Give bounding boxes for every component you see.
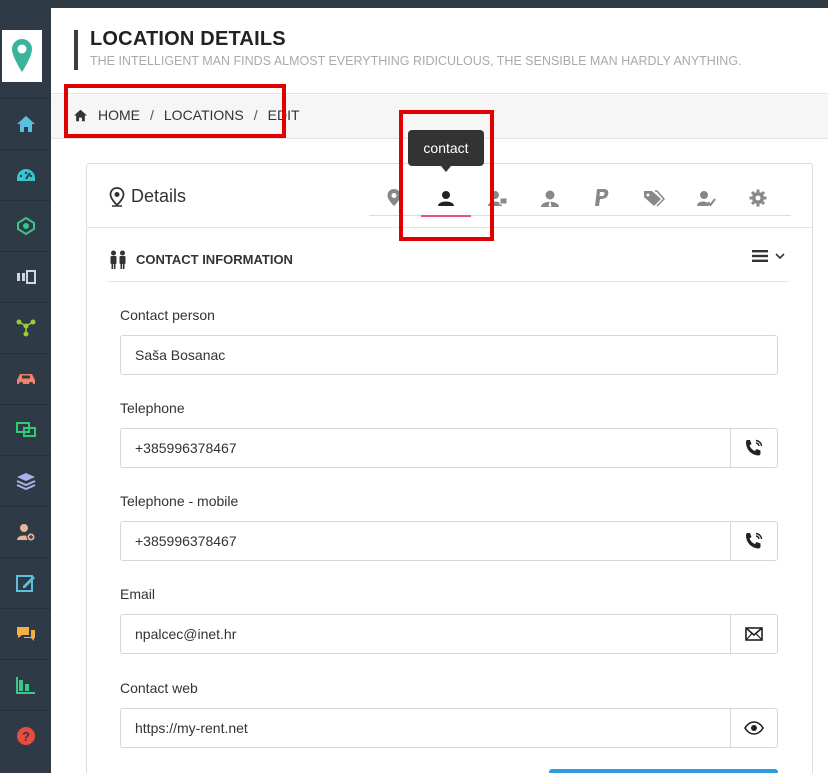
home-icon [16, 116, 35, 132]
sidebar-item-messages[interactable] [0, 608, 51, 659]
web-label: Contact web [120, 680, 198, 696]
dashboard-icon [16, 169, 35, 181]
sidebar-item-reports[interactable] [0, 659, 51, 710]
web-view-button[interactable] [730, 708, 778, 748]
mobile-label: Telephone - mobile [120, 493, 239, 509]
page-header: LOCATION DETAILS THE INTELLIGENT MAN FIN… [51, 8, 828, 94]
sidebar-item-dashboard[interactable] [0, 149, 51, 200]
contact-person-icon [438, 191, 454, 206]
help-icon: ? [16, 727, 35, 745]
envelope-icon [745, 627, 763, 641]
breadcrumb-locations[interactable]: LOCATIONS [164, 107, 244, 123]
breadcrumb-home[interactable]: HOME [98, 107, 140, 123]
layers-icon [16, 473, 35, 490]
contact-person-input[interactable]: Saša Bosanac [120, 335, 778, 375]
sidebar-item-vehicles[interactable] [0, 353, 51, 404]
contact-person-label: Contact person [120, 307, 215, 323]
edit-icon [15, 575, 35, 592]
card-header: Details [87, 164, 812, 228]
web-input[interactable]: https://my-rent.net [120, 708, 731, 748]
sidebar-item-layers[interactable] [0, 455, 51, 506]
card-title-text: Details [131, 186, 187, 206]
sidebar-item-add-user[interactable] [0, 506, 51, 557]
breadcrumb-separator: / [150, 107, 154, 123]
paypal-icon [595, 189, 609, 206]
sidebar-item-dispatch[interactable] [0, 251, 51, 302]
tab-settings[interactable] [733, 180, 783, 216]
phone-volume-icon [746, 439, 763, 456]
section-title: CONTACT INFORMATION [136, 252, 293, 267]
sidebar: ? [0, 8, 51, 773]
save-button[interactable] [549, 769, 778, 773]
tab-user-tie[interactable] [525, 180, 575, 216]
card-title: Details [109, 186, 186, 207]
user-tie-icon [541, 190, 559, 207]
tab-tags[interactable] [629, 180, 679, 216]
breadcrumb-separator: / [253, 107, 258, 123]
email-send-button[interactable] [730, 614, 778, 654]
add-user-icon [16, 524, 35, 542]
page-title: LOCATION DETAILS [90, 28, 286, 50]
tab-location[interactable] [369, 180, 419, 216]
sidebar-item-help[interactable]: ? [0, 710, 51, 761]
car-icon [16, 374, 35, 386]
sidebar-item-hierarchy[interactable] [0, 302, 51, 353]
people-icon [110, 250, 126, 269]
home-icon[interactable] [73, 109, 88, 122]
top-bar [0, 0, 828, 8]
tab-contact[interactable] [421, 180, 471, 217]
email-label: Email [120, 586, 156, 602]
email-input[interactable]: npalcec@inet.hr [120, 614, 731, 654]
app-logo[interactable] [2, 30, 42, 82]
header-accent-bar [74, 30, 78, 70]
tags-icon [644, 190, 665, 207]
map-pin-logo-icon [12, 39, 32, 72]
eye-icon [744, 721, 764, 735]
tab-paypal[interactable] [577, 180, 627, 216]
sidebar-item-network[interactable] [0, 200, 51, 251]
details-tabs [369, 180, 791, 217]
phone-volume-icon [746, 532, 763, 549]
hierarchy-icon [16, 319, 35, 337]
sidebar-item-home[interactable] [0, 98, 51, 149]
svg-text:?: ? [22, 729, 30, 744]
tab-user-card[interactable] [473, 180, 523, 216]
mobile-input[interactable]: +385996378467 [120, 521, 731, 561]
mobile-call-button[interactable] [730, 521, 778, 561]
gear-icon [749, 189, 767, 207]
chart-icon [15, 677, 35, 694]
chevron-down-icon [775, 253, 785, 260]
contact-section-header: CONTACT INFORMATION [107, 244, 789, 282]
location-pin-icon [387, 189, 401, 206]
section-menu-toggle[interactable] [751, 249, 785, 263]
page-subtitle: THE INTELLIGENT MAN FINDS ALMOST EVERYTH… [90, 54, 742, 68]
transfer-icon [15, 422, 36, 437]
location-pin-icon [109, 186, 125, 207]
breadcrumb-edit: EDIT [267, 107, 300, 123]
telephone-input[interactable]: +385996378467 [120, 428, 731, 468]
sidebar-item-transfers[interactable] [0, 404, 51, 455]
chat-icon [16, 627, 35, 641]
user-check-icon [697, 191, 716, 207]
dispatch-icon [16, 270, 36, 284]
hamburger-icon [752, 250, 768, 262]
telephone-label: Telephone [120, 400, 185, 416]
user-card-icon [488, 191, 508, 206]
sidebar-item-edit[interactable] [0, 557, 51, 608]
telephone-call-button[interactable] [730, 428, 778, 468]
tab-tooltip: contact [408, 130, 484, 172]
network-icon [16, 217, 35, 235]
tab-user-check[interactable] [681, 180, 731, 216]
